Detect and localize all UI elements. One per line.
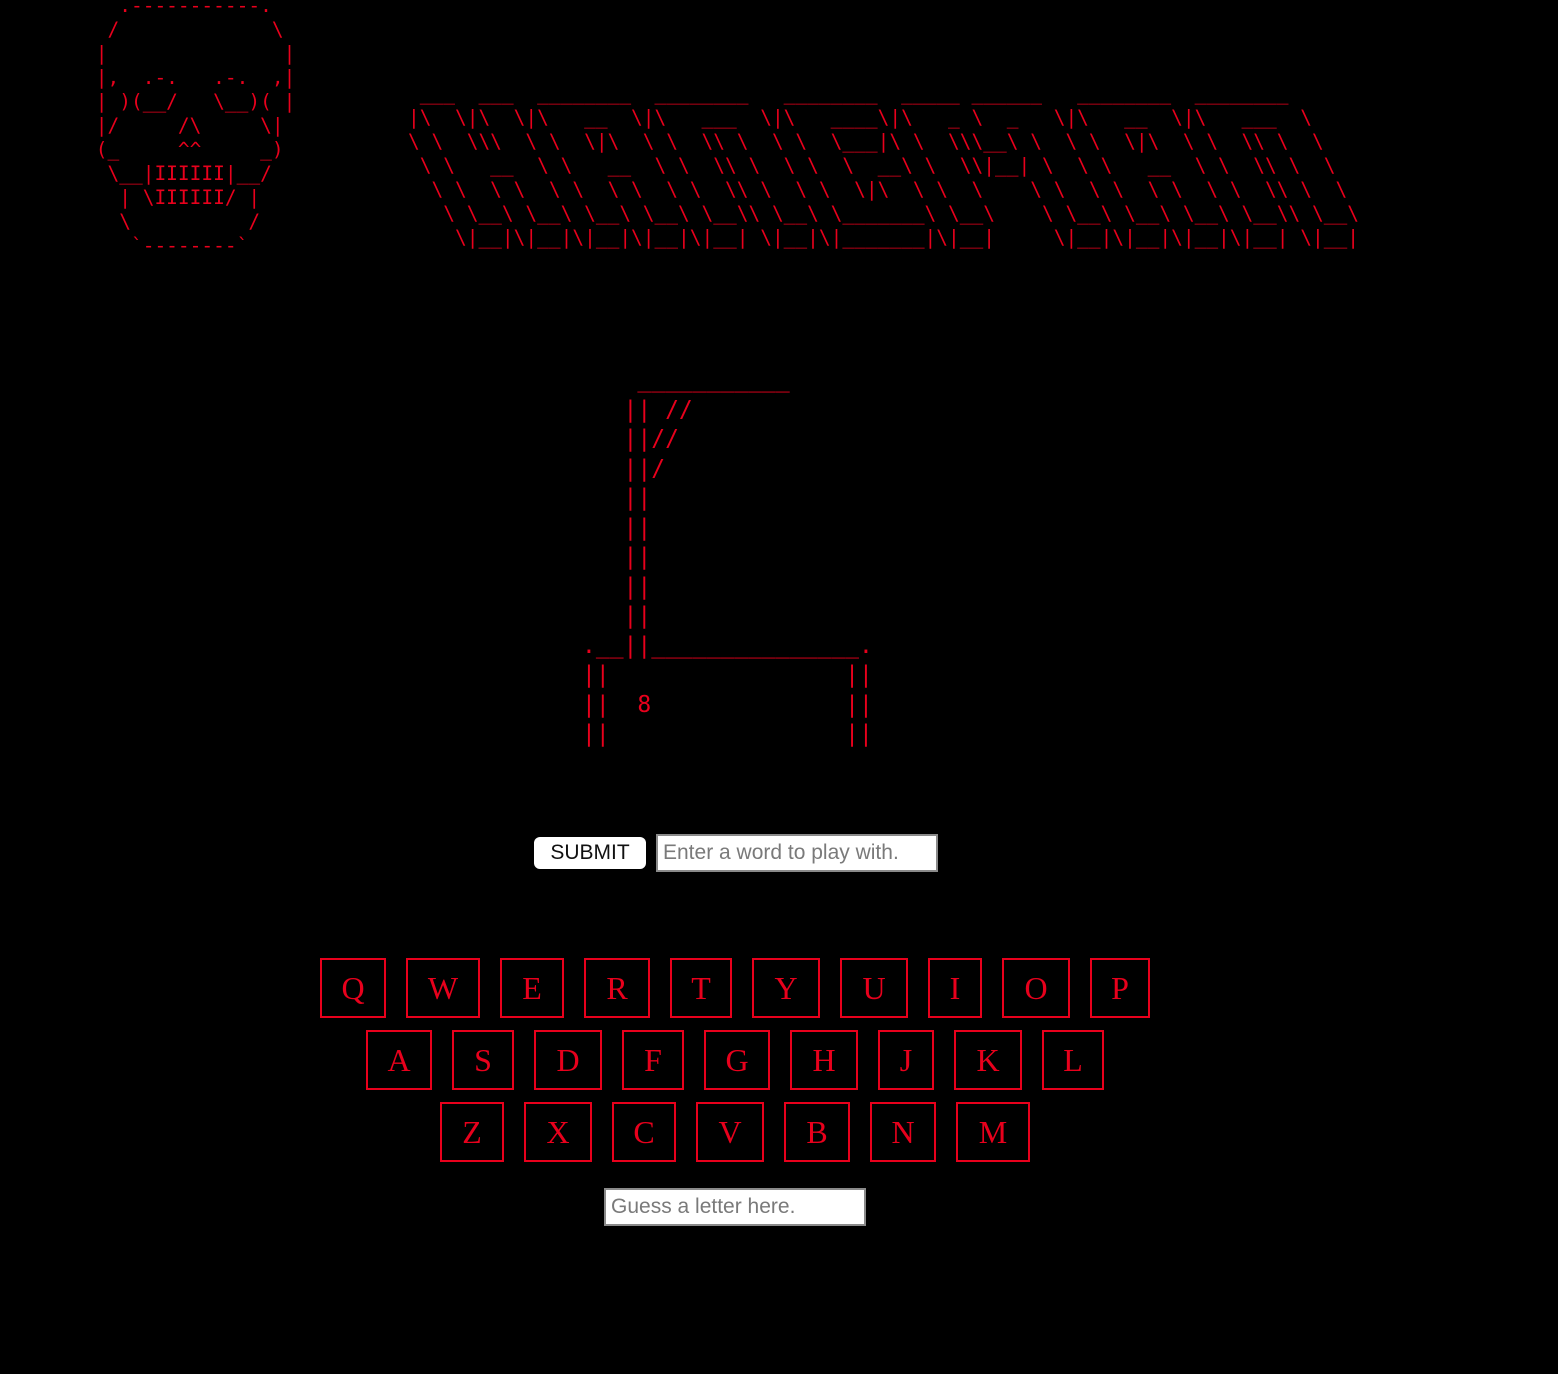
key-e[interactable]: E	[500, 958, 564, 1018]
key-r[interactable]: R	[584, 958, 650, 1018]
key-k[interactable]: K	[954, 1030, 1022, 1090]
key-l[interactable]: L	[1042, 1030, 1104, 1090]
gallows-ascii-art: ___________ || // ||// ||/ || || || || |…	[582, 367, 873, 747]
key-o[interactable]: O	[1002, 958, 1070, 1018]
key-i[interactable]: I	[928, 958, 982, 1018]
key-s[interactable]: S	[452, 1030, 514, 1090]
key-h[interactable]: H	[790, 1030, 858, 1090]
key-f[interactable]: F	[622, 1030, 684, 1090]
skull-ascii-art: .-----------. / \ | | |, .-. .-. ,| | )(…	[95, 0, 296, 257]
key-q[interactable]: Q	[320, 958, 386, 1018]
key-v[interactable]: V	[696, 1102, 764, 1162]
key-d[interactable]: D	[534, 1030, 602, 1090]
key-a[interactable]: A	[366, 1030, 432, 1090]
key-u[interactable]: U	[840, 958, 908, 1018]
key-z[interactable]: Z	[440, 1102, 504, 1162]
key-m[interactable]: M	[956, 1102, 1030, 1162]
key-n[interactable]: N	[870, 1102, 936, 1162]
word-input[interactable]	[656, 834, 938, 872]
submit-button[interactable]: SUBMIT	[534, 837, 646, 869]
key-y[interactable]: Y	[752, 958, 820, 1018]
key-b[interactable]: B	[784, 1102, 850, 1162]
key-t[interactable]: T	[670, 958, 732, 1018]
key-w[interactable]: W	[406, 958, 480, 1018]
key-x[interactable]: X	[524, 1102, 592, 1162]
hangman-title-ascii-art: ___ ___ ________ ________ ________ _____…	[408, 82, 1359, 249]
key-g[interactable]: G	[704, 1030, 770, 1090]
key-p[interactable]: P	[1090, 958, 1150, 1018]
key-j[interactable]: J	[878, 1030, 934, 1090]
word-entry-form: SUBMIT	[534, 834, 938, 872]
guess-letter-input[interactable]	[604, 1188, 866, 1226]
key-c[interactable]: C	[612, 1102, 676, 1162]
